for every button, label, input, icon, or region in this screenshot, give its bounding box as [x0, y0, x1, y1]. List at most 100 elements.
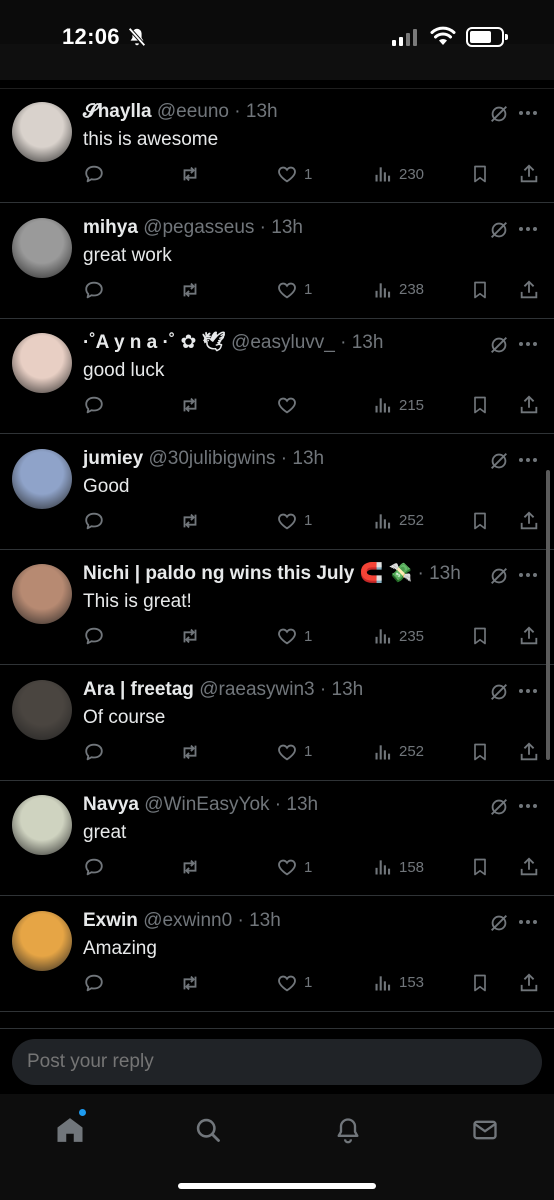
repost-button[interactable] — [178, 625, 202, 647]
repost-button[interactable] — [178, 163, 202, 185]
user-handle[interactable]: @eeuno — [157, 101, 229, 122]
timestamp[interactable]: 13h — [249, 910, 281, 931]
share-button[interactable] — [518, 394, 540, 416]
user-handle[interactable]: @WinEasyYok — [144, 794, 269, 815]
avatar[interactable] — [12, 448, 72, 509]
avatar[interactable] — [12, 679, 72, 740]
views-button[interactable]: 153 — [373, 972, 424, 994]
timestamp[interactable]: 13h — [271, 217, 303, 238]
reply-item[interactable]: jumiey @30julibigwins · 13h Good 1 252 — [0, 435, 554, 550]
user-handle[interactable]: @exwinn0 — [143, 910, 232, 931]
reply-button[interactable] — [83, 856, 105, 878]
reply-input[interactable] — [12, 1039, 542, 1085]
grok-icon[interactable] — [488, 103, 510, 130]
share-button[interactable] — [518, 163, 540, 185]
share-button[interactable] — [518, 972, 540, 994]
reply-button[interactable] — [83, 394, 105, 416]
more-options-icon[interactable] — [519, 573, 537, 577]
share-button[interactable] — [518, 279, 540, 301]
repost-button[interactable] — [178, 279, 202, 301]
like-button[interactable]: 1 — [276, 510, 312, 532]
display-name[interactable]: Exwin — [83, 910, 138, 931]
reply-item[interactable]: mihya @pegasseus · 13h great work 1 238 — [0, 204, 554, 319]
tab-notifications[interactable] — [330, 1112, 366, 1148]
bookmark-button[interactable] — [470, 625, 490, 647]
grok-icon[interactable] — [488, 334, 510, 361]
grok-icon[interactable] — [488, 219, 510, 246]
repost-button[interactable] — [178, 741, 202, 763]
like-button[interactable] — [276, 394, 304, 416]
more-options-icon[interactable] — [519, 688, 537, 693]
bookmark-button[interactable] — [470, 394, 490, 416]
views-button[interactable]: 158 — [373, 856, 424, 878]
like-button[interactable]: 1 — [276, 625, 312, 647]
reply-item[interactable]: ·˚A y n a ·˚ ✿ 🕊 @easyluvv_ · 13h good lu… — [0, 319, 554, 434]
views-button[interactable]: 215 — [373, 394, 424, 416]
views-button[interactable]: 252 — [373, 510, 424, 532]
avatar[interactable] — [12, 333, 72, 393]
grok-icon[interactable] — [488, 450, 510, 477]
timestamp[interactable]: 13h — [352, 332, 384, 353]
reply-button[interactable] — [83, 625, 105, 647]
like-button[interactable]: 1 — [276, 279, 312, 301]
avatar[interactable] — [12, 795, 72, 855]
display-name[interactable]: jumiey — [83, 448, 143, 469]
grok-icon[interactable] — [488, 565, 510, 592]
more-options-icon[interactable] — [519, 804, 537, 808]
more-options-icon[interactable] — [519, 111, 537, 115]
timestamp[interactable]: 13h — [246, 101, 278, 122]
reply-button[interactable] — [83, 972, 105, 994]
tab-messages[interactable] — [467, 1112, 503, 1148]
avatar[interactable] — [12, 910, 72, 971]
repost-button[interactable] — [178, 510, 202, 532]
bookmark-button[interactable] — [470, 163, 490, 185]
bookmark-button[interactable] — [470, 741, 490, 763]
share-button[interactable] — [518, 510, 540, 532]
grok-icon[interactable] — [488, 912, 510, 939]
reply-item[interactable]: Nichi | paldo ng wins this July 🧲 💸 · 13… — [0, 550, 554, 665]
like-button[interactable]: 1 — [276, 741, 312, 763]
reply-button[interactable] — [83, 163, 105, 185]
tab-search[interactable] — [190, 1112, 226, 1148]
views-button[interactable]: 252 — [373, 741, 424, 763]
reply-item[interactable]: 𝓢haylla @eeuno · 13h this is awesome 1 230 — [0, 88, 554, 203]
display-name[interactable]: Ara | freetag — [83, 679, 194, 700]
more-options-icon[interactable] — [519, 457, 537, 462]
share-button[interactable] — [518, 741, 540, 763]
more-options-icon[interactable] — [519, 919, 537, 924]
views-button[interactable]: 230 — [373, 163, 424, 185]
like-button[interactable]: 1 — [276, 163, 312, 185]
display-name[interactable]: Nichi | paldo ng wins this July 🧲 💸 — [83, 563, 412, 584]
bookmark-button[interactable] — [470, 972, 490, 994]
bookmark-button[interactable] — [470, 279, 490, 301]
user-handle[interactable]: @easyluvv_ — [231, 332, 335, 353]
more-options-icon[interactable] — [519, 342, 537, 346]
repost-button[interactable] — [178, 856, 202, 878]
views-button[interactable]: 235 — [373, 625, 424, 647]
user-handle[interactable]: @raeasywin3 — [199, 679, 314, 700]
grok-icon[interactable] — [488, 796, 510, 823]
more-options-icon[interactable] — [519, 226, 537, 231]
grok-icon[interactable] — [488, 681, 510, 708]
avatar[interactable] — [12, 102, 72, 162]
like-button[interactable]: 1 — [276, 856, 312, 878]
reply-item[interactable]: Ara | freetag @raeasywin3 · 13h Of course… — [0, 666, 554, 781]
bookmark-button[interactable] — [470, 510, 490, 532]
bookmark-button[interactable] — [470, 856, 490, 878]
reply-button[interactable] — [83, 279, 105, 301]
timestamp[interactable]: 13h — [429, 563, 461, 584]
tab-home[interactable] — [52, 1109, 88, 1148]
avatar[interactable] — [12, 217, 72, 278]
reply-item[interactable]: Exwin @exwinn0 · 13h Amazing 1 153 — [0, 897, 554, 1012]
user-handle[interactable]: @30julibigwins — [148, 448, 275, 469]
scrollbar[interactable] — [546, 470, 550, 760]
display-name[interactable]: Navya — [83, 794, 139, 815]
display-name[interactable]: mihya — [83, 217, 138, 238]
timestamp[interactable]: 13h — [286, 794, 318, 815]
share-button[interactable] — [518, 856, 540, 878]
share-button[interactable] — [518, 625, 540, 647]
repost-button[interactable] — [178, 972, 202, 994]
repost-button[interactable] — [178, 394, 202, 416]
avatar[interactable] — [12, 564, 72, 624]
home-indicator[interactable] — [178, 1183, 376, 1189]
